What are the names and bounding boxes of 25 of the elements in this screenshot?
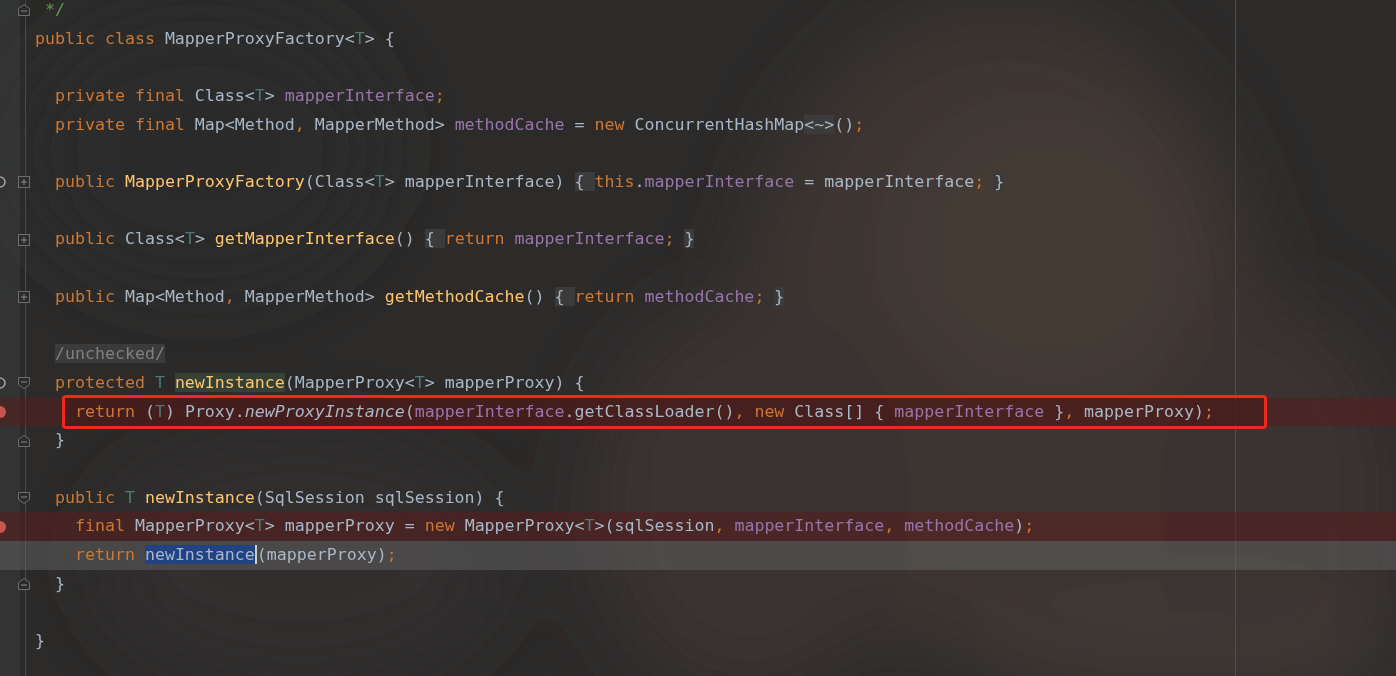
code-line: final MapperProxy<T> mapperProxy = new MapperProxy<T>(sqlSession, mapperInterface, methodCache); <box>74 515 1035 538</box>
collapse-icon[interactable] <box>18 4 30 17</box>
collapse-icon[interactable] <box>18 578 30 591</box>
breakpoint-icon[interactable] <box>0 404 7 419</box>
code-line: protected T newInstance(MapperProxy<T> mapperProxy) { <box>55 371 585 394</box>
code-line: public class MapperProxyFactory<T> { <box>35 27 395 50</box>
code-line: return (T) Proxy.newProxyInstance(mapperInterface.getClassLoader(), new Class[] { mapperInterface }, mapperProxy); <box>74 401 1214 421</box>
collapse-icon[interactable] <box>18 434 30 447</box>
code-line: public Class<T> getMapperInterface() { return mapperInterface; } <box>55 228 695 251</box>
code-line: public T newInstance(SqlSession sqlSession) { <box>55 486 505 509</box>
code-line: } <box>35 630 45 652</box>
code-line: return newInstance(mapperProxy); <box>74 543 397 566</box>
collapse-icon[interactable] <box>18 492 30 505</box>
expand-icon[interactable] <box>18 233 30 246</box>
code-line: private final Map<Method, MapperMethod> methodCache = new ConcurrentHashMap<~>(); <box>55 113 865 136</box>
code-line: private final Class<T> mapperInterface; <box>55 84 445 107</box>
code-line: public Map<Method, MapperMethod> getMethodCache() { return methodCache; } <box>55 285 785 308</box>
code-line: */ <box>45 0 65 21</box>
expand-icon[interactable] <box>18 176 30 189</box>
code-line: } <box>55 572 65 595</box>
code-line: } <box>55 429 65 452</box>
breakpoint-icon[interactable] <box>0 519 7 534</box>
code-line: public MapperProxyFactory(Class<T> mapperInterface) { this.mapperInterface = mapperInterface; } <box>55 171 1005 194</box>
collapse-icon[interactable] <box>18 377 30 390</box>
expand-icon[interactable] <box>18 291 30 304</box>
